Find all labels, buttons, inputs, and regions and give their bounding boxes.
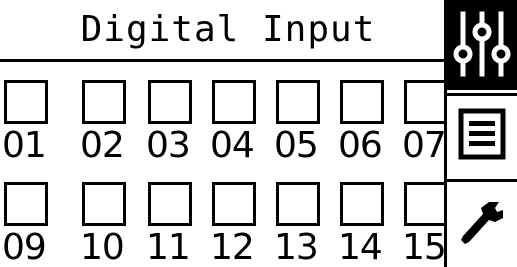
- input-cell[interactable]: 01: [0, 80, 60, 170]
- input-label: 15: [402, 227, 444, 267]
- sidebar-item-list[interactable]: [447, 96, 517, 176]
- input-indicator-box[interactable]: [82, 80, 126, 124]
- input-indicator-box[interactable]: [4, 182, 48, 226]
- input-label: 07: [402, 125, 444, 166]
- input-row-2: 09 10 11 12 13 14 15: [0, 182, 444, 267]
- input-indicator-box[interactable]: [148, 182, 192, 226]
- input-indicator-box[interactable]: [404, 80, 444, 124]
- input-indicator-box[interactable]: [4, 80, 48, 124]
- input-indicator-box[interactable]: [404, 182, 444, 226]
- input-cell[interactable]: 11: [128, 182, 192, 267]
- input-cell[interactable]: 02: [62, 80, 126, 170]
- input-cell[interactable]: 13: [256, 182, 320, 267]
- input-indicator-box[interactable]: [340, 80, 384, 124]
- wrench-icon: [459, 198, 505, 252]
- input-label: 01: [2, 125, 47, 166]
- digital-input-grid: 01 02 03 04 05 06 07 09 10 11 12 13 14 1…: [0, 62, 444, 267]
- input-indicator-box[interactable]: [82, 182, 126, 226]
- input-cell[interactable]: 14: [320, 182, 384, 267]
- input-indicator-box[interactable]: [148, 80, 192, 124]
- input-cell[interactable]: 10: [62, 182, 126, 267]
- input-indicator-box[interactable]: [276, 80, 320, 124]
- lcd-screen: Digital Input 01 02 03 04 05 06 07 09 10…: [0, 0, 517, 267]
- input-cell[interactable]: 05: [256, 80, 320, 170]
- input-label: 09: [2, 227, 47, 267]
- input-cell[interactable]: 06: [320, 80, 384, 170]
- list-icon: [458, 108, 506, 164]
- input-cell[interactable]: 09: [0, 182, 60, 267]
- input-cell[interactable]: 07: [384, 80, 444, 170]
- sidebar-menu: [444, 0, 517, 267]
- input-cell[interactable]: 12: [192, 182, 256, 267]
- sidebar-item-io-settings[interactable]: [447, 0, 517, 90]
- input-indicator-box[interactable]: [212, 80, 256, 124]
- input-indicator-box[interactable]: [212, 182, 256, 226]
- input-cell[interactable]: 04: [192, 80, 256, 170]
- sliders-icon: [451, 6, 513, 84]
- input-row-1: 01 02 03 04 05 06 07: [0, 80, 444, 170]
- sidebar-item-tools[interactable]: [447, 182, 517, 267]
- input-indicator-box[interactable]: [276, 182, 320, 226]
- input-cell[interactable]: 15: [384, 182, 444, 267]
- page-title: Digital Input: [0, 0, 444, 62]
- input-indicator-box[interactable]: [340, 182, 384, 226]
- input-cell[interactable]: 03: [128, 80, 192, 170]
